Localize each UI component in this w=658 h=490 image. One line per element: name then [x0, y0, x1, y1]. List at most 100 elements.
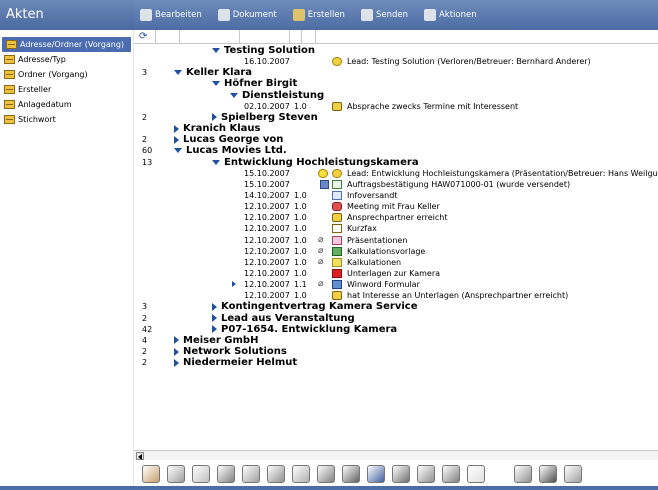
expand-right-icon[interactable] — [212, 314, 217, 323]
activity-row[interactable]: 02.10.2007 1.0 Absprache zwecks Termine mi… — [134, 101, 658, 112]
activity-text: Meeting mit Frau Keller — [347, 202, 440, 212]
tree-node-row[interactable]: 2 Network Solutions — [134, 346, 658, 357]
sidebar-item-label: Ordner (Vorgang) — [18, 70, 88, 79]
tree-node[interactable]: Network Solutions — [174, 346, 287, 357]
binder-icon[interactable] — [167, 464, 185, 483]
horizontal-scrollbar[interactable] — [134, 450, 658, 460]
toolbar-button-senden[interactable]: Senden — [360, 9, 408, 21]
handshake-icon[interactable] — [142, 464, 160, 483]
activity-row[interactable]: 12.10.2007 1.0 Kurzfax — [134, 223, 658, 234]
expand-right-icon[interactable] — [212, 325, 217, 334]
expand-right-icon[interactable] — [212, 302, 217, 311]
expand-down-icon[interactable] — [212, 81, 220, 87]
grid-column-header[interactable] — [302, 30, 316, 43]
tree-node[interactable]: Kontingentvertrag Kamera Service — [212, 301, 418, 312]
tree-node-row[interactable]: 4 Meiser GmbH — [134, 335, 658, 346]
grid-column-header[interactable] — [180, 30, 240, 43]
tree-node-row[interactable]: 2 Lead aus Veranstaltung — [134, 313, 658, 324]
tree-node-row[interactable]: 60 Lucas Movies Ltd. — [134, 145, 658, 156]
sidebar-item[interactable]: Adresse/Typ — [0, 52, 133, 67]
toolbar-button-erstellen[interactable]: Erstellen — [292, 9, 345, 21]
write-icon[interactable] — [242, 464, 260, 483]
org-icon[interactable] — [392, 464, 410, 483]
activity-row[interactable]: 12.10.2007 1.0 Unterlagen zur Kamera — [134, 268, 658, 279]
home-icon[interactable] — [514, 464, 532, 483]
print-icon[interactable] — [564, 464, 582, 483]
tree-node-row[interactable]: 13 Entwicklung Hochleistungskamera — [134, 157, 658, 168]
grid-column-header[interactable] — [240, 30, 290, 43]
activity-row[interactable]: 12.10.2007 1.0 ⌀ Kalkulationen — [134, 257, 658, 268]
activity-row[interactable]: 12.10.2007 1.0 ⌀ Präsentationen — [134, 235, 658, 246]
expand-right-icon[interactable] — [174, 358, 179, 367]
toolbar-button-aktionen[interactable]: Aktionen — [423, 9, 477, 21]
activity-row[interactable]: 14.10.2007 1.0 Infoversandt — [134, 190, 658, 201]
tree-node[interactable]: Kranich Klaus — [174, 123, 261, 134]
tree-node[interactable]: Meiser GmbH — [174, 335, 258, 346]
activity-row[interactable]: 15.10.2007 Auftragsbestätigung HAW071000-… — [134, 179, 658, 190]
activity-row[interactable]: 16.10.2007 Lead: Testing Solution (Verlor… — [134, 56, 658, 67]
tree-node[interactable]: Niedermeier Helmut — [174, 357, 297, 368]
contract-icon[interactable] — [192, 464, 210, 483]
mail-pen-icon[interactable] — [217, 464, 235, 483]
tree-node[interactable]: Dienstleistung — [230, 90, 324, 101]
activity-row[interactable]: 12.10.2007 1.0 Ansprechpartner erreicht — [134, 212, 658, 223]
tree-node-row[interactable]: Testing Solution — [134, 45, 658, 56]
expand-down-icon[interactable] — [174, 70, 182, 76]
expand-down-icon[interactable] — [230, 92, 238, 98]
sidebar-item[interactable]: Adresse/Ordner (Vorgang) — [2, 37, 131, 52]
building-icon[interactable] — [342, 464, 360, 483]
sidebar-item[interactable]: Ordner (Vorgang) — [0, 67, 133, 82]
tree-node[interactable]: Lucas George von — [174, 134, 283, 145]
clipboard-icon[interactable] — [417, 464, 435, 483]
expand-right-icon[interactable] — [174, 347, 179, 356]
folder-icon[interactable] — [467, 464, 485, 483]
quill-icon[interactable] — [317, 464, 335, 483]
refresh-icon[interactable]: ⟳ — [134, 30, 156, 43]
tree-node[interactable]: Keller Klara — [174, 67, 252, 78]
expand-down-icon[interactable] — [212, 48, 220, 53]
stamp-icon[interactable] — [267, 464, 285, 483]
expand-right-icon[interactable] — [174, 124, 179, 133]
expand-down-icon[interactable] — [174, 148, 182, 154]
tree-node-row[interactable]: 2 Spielberg Steven — [134, 112, 658, 123]
sidebar-item[interactable]: Ersteller — [0, 82, 133, 97]
scroll-left-icon[interactable] — [136, 452, 144, 460]
activity-version: 1.0 — [294, 269, 307, 278]
grid-column-header[interactable] — [290, 30, 302, 43]
info-icon[interactable] — [539, 464, 557, 483]
tree-node[interactable]: Höfner Birgit — [212, 78, 297, 89]
expand-right-icon[interactable] — [174, 336, 179, 345]
tree-node-row[interactable]: Dienstleistung — [134, 90, 658, 101]
tree-node[interactable]: Spielberg Steven — [212, 112, 318, 123]
chart-icon[interactable] — [367, 464, 385, 483]
tree-node[interactable]: Entwicklung Hochleistungskamera — [212, 157, 419, 168]
tool-icon[interactable] — [292, 464, 310, 483]
sidebar-item[interactable]: Anlagedatum — [0, 97, 133, 112]
activity-row[interactable]: 15.10.2007 Lead: Entwicklung Hochleistung… — [134, 168, 658, 179]
help-icon[interactable] — [442, 464, 460, 483]
tree-node[interactable]: Testing Solution — [212, 45, 315, 56]
toolbar-button-dokument[interactable]: Dokument — [217, 9, 277, 21]
expand-right-icon[interactable] — [212, 113, 217, 122]
sidebar-item[interactable]: Stichwort — [0, 112, 133, 127]
activity-row[interactable]: 12.10.2007 1.0 hat Interesse an Unterlagen… — [134, 290, 658, 301]
expand-down-icon[interactable] — [212, 159, 220, 165]
tree-node-row[interactable]: Höfner Birgit — [134, 78, 658, 89]
tree-node[interactable]: Lead aus Veranstaltung — [212, 313, 355, 324]
tree-node-row[interactable]: 3 Keller Klara — [134, 67, 658, 78]
tree-node-row[interactable]: 3 Kontingentvertrag Kamera Service — [134, 301, 658, 312]
tree-node-row[interactable]: 2 Niedermeier Helmut — [134, 357, 658, 368]
activity-row[interactable]: 12.10.2007 1.0 Meeting mit Frau Keller — [134, 201, 658, 212]
tree-node-row[interactable]: 42 P07-1654. Entwicklung Kamera — [134, 324, 658, 335]
tree-node-label: Spielberg Steven — [221, 111, 318, 123]
expand-right-icon[interactable] — [174, 135, 179, 144]
toolbar-button-bearbeiten[interactable]: Bearbeiten — [140, 9, 202, 21]
tree-node[interactable]: P07-1654. Entwicklung Kamera — [212, 324, 397, 335]
activity-row[interactable]: 12.10.2007 1.0 ⌀ Kalkulationsvorlage — [134, 246, 658, 257]
tree-node-row[interactable]: 2 Lucas George von — [134, 134, 658, 145]
activity-row[interactable]: 12.10.2007 1.1 ⌀ Winword Formular — [134, 279, 658, 290]
grid-column-header[interactable] — [156, 30, 180, 43]
tree-node-row[interactable]: Kranich Klaus — [134, 123, 658, 134]
tree-node[interactable]: Lucas Movies Ltd. — [174, 145, 287, 156]
toolbar-button-label: Bearbeiten — [155, 10, 202, 20]
